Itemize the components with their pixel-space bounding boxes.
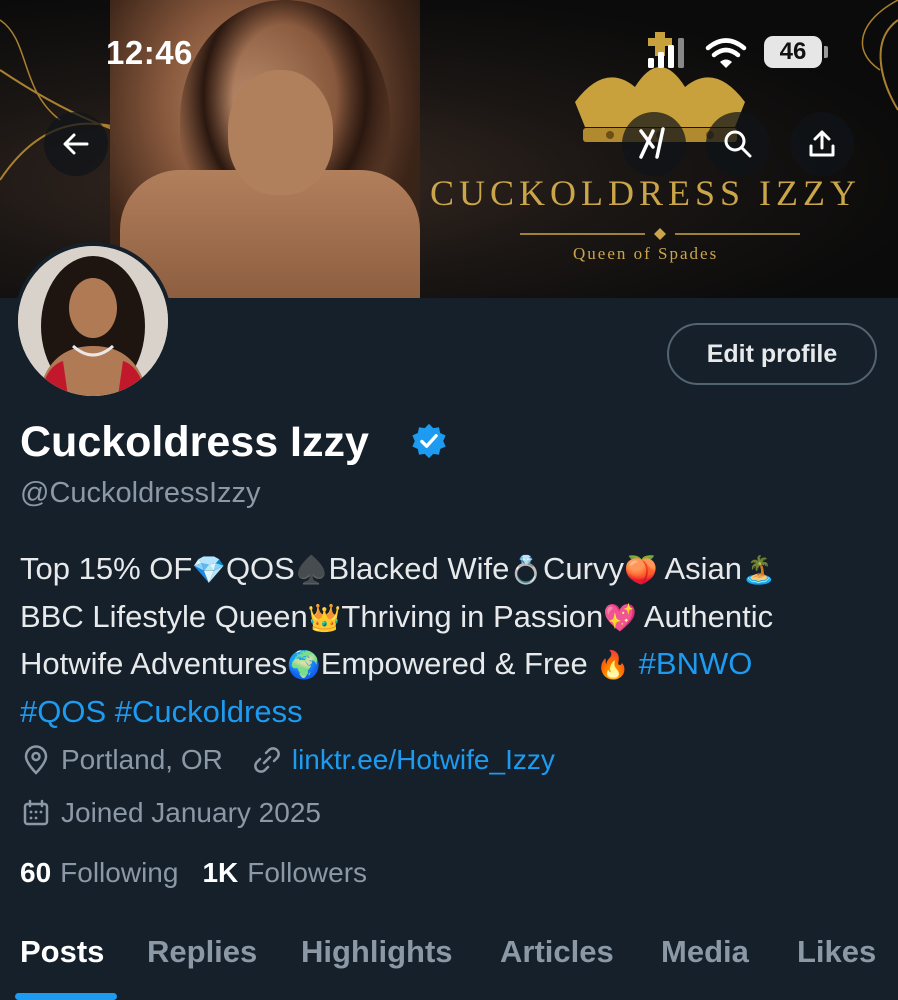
hashtag-link[interactable]: #QOS (20, 694, 106, 729)
active-tab-indicator (15, 993, 117, 1000)
profile-avatar[interactable] (14, 242, 172, 400)
battery-indicator: 46 (764, 36, 822, 68)
bio-text: Asian (664, 551, 743, 586)
island-emoji-icon: 🏝️ (742, 555, 776, 585)
bio-text: Thriving in Passion (341, 598, 604, 634)
hashtag-link[interactable]: #Cuckoldress (115, 694, 303, 729)
tab-posts[interactable]: Posts (20, 934, 104, 970)
globe-emoji-icon: 🌍 (287, 650, 321, 680)
crown-emoji-icon: 👑 (307, 602, 342, 633)
profile-meta-joined: Joined January 2025 (20, 796, 321, 830)
tab-highlights[interactable]: Highlights (301, 934, 453, 970)
bio-text: Blacked Wife (328, 551, 510, 586)
sparkling-heart-emoji-icon: 💖 (603, 602, 637, 633)
profile-meta-location-link: Portland, OR linktr.ee/Hotwife_Izzy (20, 743, 555, 777)
profile-handle: @CuckoldressIzzy (20, 477, 261, 509)
share-icon (809, 130, 835, 157)
following-label: Following (60, 857, 179, 888)
share-button[interactable] (790, 112, 854, 176)
tab-articles[interactable]: Articles (500, 934, 614, 970)
hashtag-link[interactable]: #BNWO (639, 646, 753, 681)
bio-text: BBC Lifestyle Queen (20, 598, 308, 634)
website-link[interactable]: linktr.ee/Hotwife_Izzy (292, 744, 555, 776)
ring-emoji-icon: 💍 (509, 555, 543, 585)
grok-icon (639, 127, 665, 159)
bio-text: QOS (225, 551, 295, 586)
profile-bio: Top 15% OF💎QOS♠️Blacked Wife💍Curvy🍑 Asia… (20, 546, 890, 734)
location-text: Portland, OR (61, 744, 223, 775)
tab-likes[interactable]: Likes (797, 934, 876, 970)
banner-divider-ornament (520, 228, 800, 240)
tab-replies[interactable]: Replies (147, 934, 257, 970)
status-time: 12:46 (106, 34, 193, 71)
banner-photo-face (228, 70, 333, 195)
display-name: Cuckoldress Izzy (20, 418, 369, 466)
following-link[interactable]: 60 Following (20, 857, 178, 889)
bio-line-4: #QOS #Cuckoldress (20, 689, 890, 735)
followers-label: Followers (247, 857, 368, 888)
arrow-left-icon (63, 133, 89, 155)
search-icon (724, 130, 752, 158)
spade-emoji-icon: ♠️ (294, 555, 329, 585)
bio-text: Empowered & Free (320, 646, 588, 681)
bio-line-1: Top 15% OF💎QOS♠️Blacked Wife💍Curvy🍑 Asia… (20, 546, 890, 594)
follow-counts: 60 Following 1K Followers (20, 857, 367, 889)
calendar-icon (23, 799, 49, 826)
banner-brand-subtitle: Queen of Spades (573, 244, 719, 263)
bio-text: Top 15% OF (20, 551, 193, 586)
bio-text: Authentic (643, 598, 774, 634)
battery-tip (824, 46, 828, 58)
bio-line-3: Hotwife Adventures🌍Empowered & Free 🔥 #B… (20, 641, 890, 689)
back-button[interactable] (44, 112, 108, 176)
bio-text: Curvy (543, 551, 624, 586)
location-pin-icon (24, 745, 48, 775)
following-count: 60 (20, 857, 52, 888)
profile-tabs: Posts Replies Highlights Articles Media … (0, 930, 898, 1000)
bio-line-2: BBC Lifestyle Queen👑Thriving in Passion💖… (20, 594, 890, 642)
diamond-emoji-icon: 💎 (192, 555, 226, 585)
search-button[interactable] (706, 112, 770, 176)
edit-profile-button[interactable]: Edit profile (667, 323, 877, 385)
followers-count: 1K (202, 857, 239, 888)
verified-badge-icon[interactable] (410, 422, 448, 460)
followers-link[interactable]: 1K Followers (202, 857, 367, 889)
grok-button[interactable] (622, 112, 686, 176)
avatar-photo (18, 246, 168, 396)
joined-text: Joined January 2025 (61, 797, 321, 828)
fire-emoji-icon: 🔥 (596, 650, 631, 680)
peach-emoji-icon: 🍑 (623, 555, 658, 585)
tab-media[interactable]: Media (661, 934, 749, 970)
bio-text: Hotwife Adventures (20, 646, 288, 681)
banner-brand-name: CUCKOLDRESS IZZY (430, 173, 862, 213)
link-icon (253, 747, 280, 773)
